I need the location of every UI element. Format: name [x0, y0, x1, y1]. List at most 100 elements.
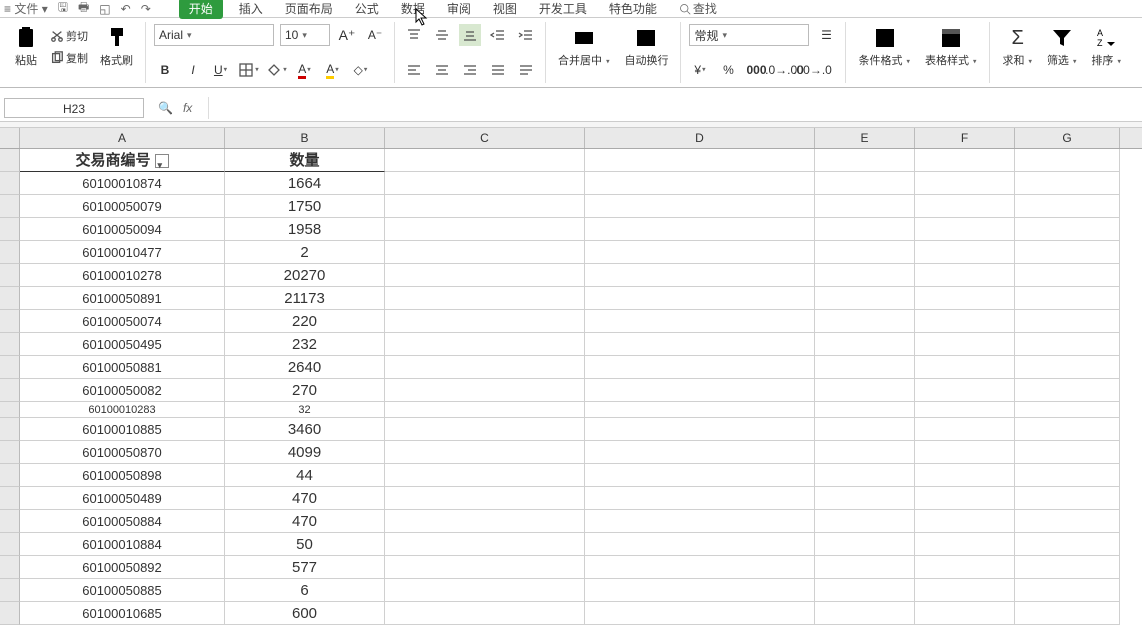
col-header-e[interactable]: E [815, 128, 915, 148]
cell[interactable] [1015, 333, 1120, 356]
header-cell-b[interactable]: 数量 [225, 149, 385, 172]
cell-dealer-id[interactable]: 60100050898 [20, 464, 225, 487]
col-header-a[interactable]: A [20, 128, 225, 148]
cell[interactable] [585, 218, 815, 241]
col-header-c[interactable]: C [385, 128, 585, 148]
paste-button[interactable]: 粘贴 [10, 24, 42, 70]
cell[interactable] [1015, 149, 1120, 172]
cell-quantity[interactable]: 6 [225, 579, 385, 602]
highlight-icon[interactable]: A▾ [322, 59, 344, 81]
cell-dealer-id[interactable]: 60100010885 [20, 418, 225, 441]
italic-icon[interactable]: I [182, 59, 204, 81]
cell-dealer-id[interactable]: 60100050495 [20, 333, 225, 356]
cell[interactable] [815, 418, 915, 441]
row-header[interactable] [0, 379, 20, 402]
cell-dealer-id[interactable]: 60100010283 [20, 402, 225, 418]
cell[interactable] [915, 402, 1015, 418]
col-header-d[interactable]: D [585, 128, 815, 148]
row-header[interactable] [0, 264, 20, 287]
col-header-g[interactable]: G [1015, 128, 1120, 148]
row-header[interactable] [0, 402, 20, 418]
qat-save-icon[interactable]: 🖫 [58, 0, 68, 19]
cell[interactable] [1015, 356, 1120, 379]
cell[interactable] [815, 556, 915, 579]
qat-redo-icon[interactable]: ↷ [141, 2, 151, 16]
cell[interactable] [385, 464, 585, 487]
row-header[interactable] [0, 441, 20, 464]
file-menu[interactable]: ≡ 文件 ▾ [4, 0, 48, 17]
cell[interactable] [815, 602, 915, 625]
row-header[interactable] [0, 333, 20, 356]
cell[interactable] [1015, 602, 1120, 625]
cell[interactable] [915, 418, 1015, 441]
cell[interactable] [385, 218, 585, 241]
cell[interactable] [815, 333, 915, 356]
zoom-find-icon[interactable]: 🔍 [158, 101, 173, 115]
tab-special[interactable]: 特色功能 [603, 0, 663, 19]
cell[interactable] [915, 510, 1015, 533]
font-size-dropdown[interactable]: 10▾ [280, 24, 330, 46]
cell[interactable] [385, 310, 585, 333]
cell[interactable] [385, 402, 585, 418]
cell[interactable] [915, 579, 1015, 602]
cell[interactable] [385, 556, 585, 579]
cell[interactable] [385, 333, 585, 356]
conditional-format-button[interactable]: 条件格式 ▾ [854, 24, 914, 70]
cell[interactable] [915, 464, 1015, 487]
cell[interactable] [385, 195, 585, 218]
number-format-dropdown[interactable]: 常规▾ [689, 24, 809, 46]
cell[interactable] [585, 310, 815, 333]
cell-dealer-id[interactable]: 60100010278 [20, 264, 225, 287]
cell-quantity[interactable]: 270 [225, 379, 385, 402]
tab-layout[interactable]: 页面布局 [279, 0, 339, 19]
cell[interactable] [815, 172, 915, 195]
cell[interactable] [585, 602, 815, 625]
cell[interactable] [815, 533, 915, 556]
col-header-f[interactable]: F [915, 128, 1015, 148]
cell[interactable] [585, 533, 815, 556]
cell[interactable] [585, 241, 815, 264]
cell[interactable] [1015, 487, 1120, 510]
cell[interactable] [1015, 310, 1120, 333]
cell[interactable] [1015, 556, 1120, 579]
cell-dealer-id[interactable]: 60100050892 [20, 556, 225, 579]
cell[interactable] [385, 487, 585, 510]
cell-quantity[interactable]: 44 [225, 464, 385, 487]
cell-quantity[interactable]: 577 [225, 556, 385, 579]
cell[interactable] [585, 402, 815, 418]
filter-dropdown-icon[interactable] [155, 154, 169, 168]
tab-insert[interactable]: 插入 [233, 0, 269, 19]
cell-quantity[interactable]: 20270 [225, 264, 385, 287]
row-header[interactable] [0, 556, 20, 579]
row-header[interactable] [0, 149, 20, 172]
fx-icon[interactable]: fx [183, 101, 192, 115]
cell[interactable] [915, 379, 1015, 402]
cell[interactable] [815, 149, 915, 172]
cell[interactable] [815, 310, 915, 333]
underline-icon[interactable]: U▾ [210, 59, 232, 81]
cell[interactable] [815, 195, 915, 218]
cell-dealer-id[interactable]: 60100050489 [20, 487, 225, 510]
cell[interactable] [385, 510, 585, 533]
align-center-icon[interactable] [431, 59, 453, 81]
cell-dealer-id[interactable]: 60100050885 [20, 579, 225, 602]
table-style-button[interactable]: 表格样式 ▾ [921, 24, 981, 70]
cell[interactable] [1015, 441, 1120, 464]
row-header[interactable] [0, 172, 20, 195]
sort-button[interactable]: AZ 排序 ▾ [1087, 24, 1125, 70]
number-dialog-icon[interactable]: ☰ [815, 24, 837, 46]
fill-color-icon[interactable]: ▾ [266, 59, 288, 81]
cell-dealer-id[interactable]: 60100050094 [20, 218, 225, 241]
cell[interactable] [915, 264, 1015, 287]
border-icon[interactable]: ▾ [238, 59, 260, 81]
cell[interactable] [915, 310, 1015, 333]
cell[interactable] [1015, 510, 1120, 533]
qat-print-icon[interactable]: 🖶 [78, 0, 89, 19]
row-header[interactable] [0, 464, 20, 487]
row-header[interactable] [0, 310, 20, 333]
decrease-indent-icon[interactable] [487, 24, 509, 46]
cell[interactable] [915, 287, 1015, 310]
align-right-icon[interactable] [459, 59, 481, 81]
cell-quantity[interactable]: 1958 [225, 218, 385, 241]
increase-indent-icon[interactable] [515, 24, 537, 46]
